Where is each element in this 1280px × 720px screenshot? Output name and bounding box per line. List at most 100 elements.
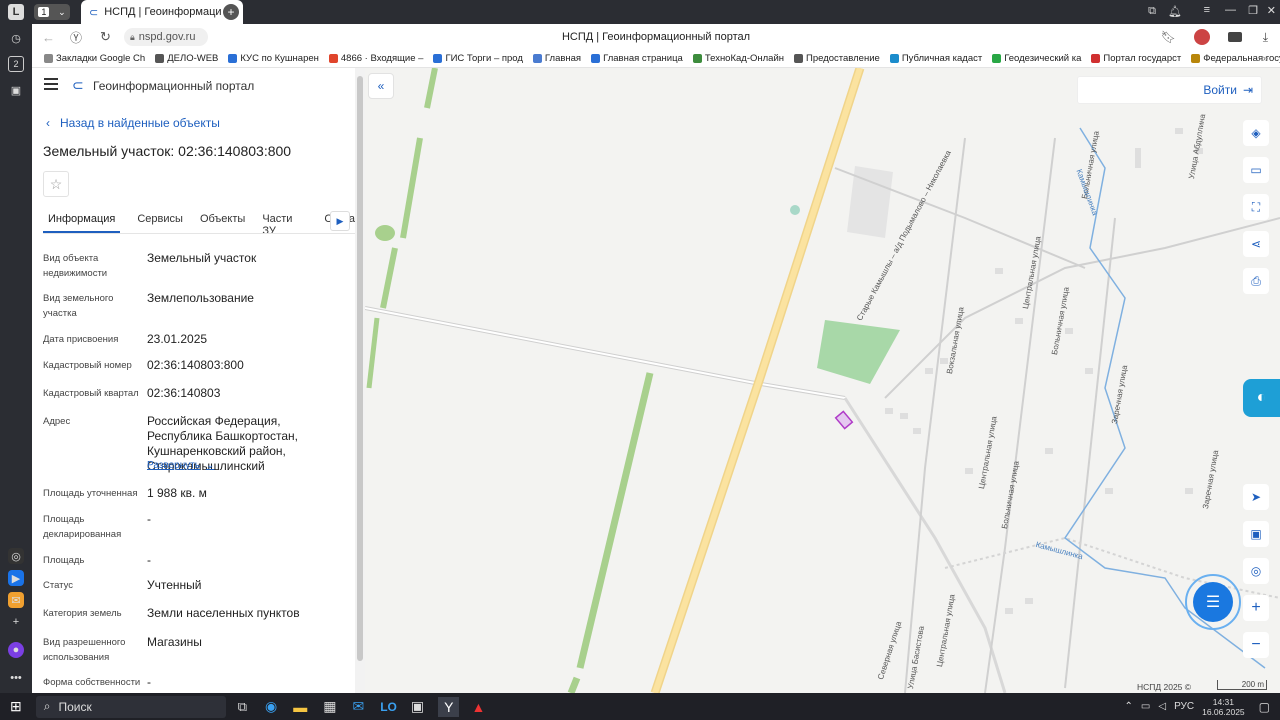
notifications-icon[interactable]: 🔔︎ (1168, 5, 1182, 18)
scrollbar-thumb[interactable] (357, 76, 363, 661)
close-window-icon[interactable]: ✕ (1267, 4, 1276, 17)
extension-icon[interactable] (1228, 32, 1242, 42)
bookmark-item[interactable]: Портал государст (1091, 53, 1181, 64)
support-chat-icon[interactable]: ◐ (1243, 379, 1280, 417)
field-row: Кадастровый квартал 02:36:140803 (43, 386, 343, 401)
highway (652, 68, 863, 693)
windows-start-icon[interactable]: ⊞ (10, 698, 22, 715)
collections-icon[interactable]: ⧉ (1148, 5, 1156, 18)
notification-center-icon[interactable]: ▢ (1259, 700, 1270, 714)
download-icon[interactable]: ⤓ (1263, 30, 1268, 45)
tab-parts[interactable]: Части ЗУ (245, 208, 307, 233)
photos-icon[interactable]: ▣ (411, 698, 424, 715)
task-view-icon[interactable]: ⧉ (238, 699, 247, 715)
back-to-results-link[interactable]: ‹ Назад в найденные объекты (46, 116, 220, 130)
bookmark-item[interactable]: Публичная кадаст (889, 53, 982, 64)
field-value: Землепользование (147, 291, 254, 305)
chat-widget[interactable]: ☰ (1185, 574, 1241, 630)
history-icon[interactable]: ◷ (8, 30, 24, 46)
bookmark-label: Предоставление (806, 53, 880, 64)
collapse-panel-button[interactable]: « (368, 73, 394, 99)
expand-address-link[interactable]: Развернуть ⌄ (147, 460, 214, 471)
minimap-icon[interactable]: ▣ (1243, 521, 1269, 547)
store-icon[interactable]: ▦ (323, 698, 336, 715)
layers-icon[interactable]: ◈ (1243, 120, 1269, 146)
taskbar-search[interactable]: ⌕ Поиск (35, 695, 226, 718)
workspace-2-icon[interactable]: 2 (8, 56, 24, 72)
tab-counter[interactable]: 1 ⌄ (34, 4, 70, 20)
network-icon[interactable]: ▭ (1141, 701, 1150, 712)
active-tab[interactable]: ⊂ НСПД | Геоинформацис ✕ (81, 0, 243, 24)
bookmark-item[interactable]: Геодезический ка (992, 53, 1081, 64)
profile-avatar[interactable] (1194, 29, 1210, 45)
bookmark-item[interactable]: КУС по Кушнарен (228, 53, 319, 64)
geolocation-icon[interactable]: ◎ (1243, 558, 1269, 584)
tabs-scroll-right-button[interactable]: ▶ (330, 211, 350, 231)
field-label: Кадастровый квартал (43, 388, 139, 399)
favorite-star-button[interactable]: ☆ (43, 171, 69, 197)
hamburger-menu-icon[interactable] (44, 78, 58, 90)
pdf-reader-icon[interactable]: ▲ (471, 699, 485, 715)
navigate-icon[interactable]: ➤ (1243, 484, 1269, 510)
search-placeholder: Поиск (58, 699, 92, 714)
bookmark-label: Портал государст (1103, 53, 1182, 64)
more-icon[interactable]: ••• (8, 670, 24, 686)
menu-icon[interactable]: ≡ (1204, 4, 1210, 16)
bookmark-item[interactable]: 4866 · Входящие – (328, 53, 423, 64)
app-icon-3[interactable]: ✉ (8, 592, 24, 608)
ruler-icon[interactable]: ▭ (1243, 157, 1269, 183)
panel-scrollbar[interactable] (355, 68, 365, 693)
clock[interactable]: 14:31 16.06.2025 (1202, 697, 1245, 717)
map-view[interactable]: Старые Камышлы – а/д Подымалово – Никола… (365, 68, 1280, 693)
field-row: Площадь декларированная - (43, 512, 343, 542)
file-explorer-icon[interactable]: ▬ (293, 699, 307, 715)
print-icon[interactable]: ⎙ (1243, 268, 1269, 294)
area-select-icon[interactable]: ⛶ (1243, 194, 1269, 220)
field-value: Магазины (147, 635, 202, 649)
bookmarks-overflow-icon[interactable]: » (1263, 53, 1268, 64)
field-value: Земли населенных пунктов (147, 606, 300, 620)
share-icon[interactable]: ⋖ (1243, 231, 1269, 257)
restore-icon[interactable]: ❐ (1248, 4, 1258, 17)
yandex-icon[interactable]: Ⓨ (70, 29, 82, 46)
bookmark-item[interactable]: Закладки Google Ch (44, 53, 145, 64)
new-tab-button[interactable]: + (223, 4, 239, 20)
volume-icon[interactable]: ◁ (1158, 701, 1166, 712)
tab-objects[interactable]: Объекты (183, 208, 245, 231)
add-app-icon[interactable]: + (8, 614, 24, 630)
tray-overflow-icon[interactable]: ⌃ (1125, 701, 1133, 712)
reload-icon[interactable]: ↻ (100, 29, 111, 45)
edge-icon[interactable]: ◉ (265, 698, 277, 715)
bookmark-item[interactable]: ДЕЛО-WEB (155, 53, 218, 64)
language-indicator[interactable]: РУС (1174, 701, 1194, 712)
bookmark-label: Главная (544, 53, 582, 64)
minimize-icon[interactable]: — (1225, 4, 1236, 16)
tab-information[interactable]: Информация (43, 208, 121, 233)
bookmark-item[interactable]: ТехноКад-Онлайн (692, 53, 784, 64)
screenshot-icon[interactable]: ▣ (8, 82, 24, 98)
yandex-browser-icon[interactable]: Y (438, 696, 460, 717)
login-button[interactable]: Войти ⇥ (1077, 76, 1262, 104)
browser-logo-icon[interactable]: L (8, 4, 24, 20)
bookmark-item[interactable]: Главная (532, 53, 582, 64)
lo-app-icon[interactable]: LO (380, 700, 397, 714)
bookmark-item[interactable]: Предоставление (794, 53, 880, 64)
field-label: Вид земельного участка (43, 293, 114, 319)
taskbar: ⊞ ⌕ Поиск ⧉ ◉ ▬ ▦ ✉ LO ▣ Y ▲ ⌃ ▭ ◁ РУС 1… (0, 693, 1280, 720)
bookmark-item[interactable]: ГИС Торги – прод (433, 53, 523, 64)
pond (790, 205, 800, 215)
road (843, 397, 1007, 693)
assistant-icon[interactable]: ● (8, 642, 24, 658)
building-area (847, 166, 893, 238)
bookmark-item[interactable]: Главная страница (591, 53, 683, 64)
back-icon[interactable]: ← (42, 30, 55, 45)
mail-icon[interactable]: ✉ (352, 698, 364, 715)
zoom-out-button[interactable]: − (1243, 632, 1269, 658)
bookmark-favicon-icon (155, 54, 165, 63)
bookmark-icon[interactable]: 🔖︎ (1161, 30, 1176, 44)
url-field[interactable]: 🔒︎ nspd.gov.ru (124, 28, 208, 46)
zoom-in-button[interactable]: + (1243, 595, 1269, 621)
app-icon-2[interactable]: ▶ (8, 570, 24, 586)
app-icon-1[interactable]: ◎ (8, 548, 24, 564)
tab-services[interactable]: Сервисы (120, 208, 183, 231)
